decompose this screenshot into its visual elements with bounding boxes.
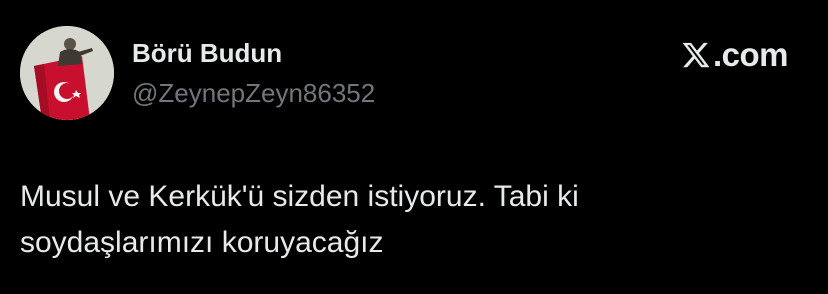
avatar-image bbox=[20, 26, 114, 120]
tweet-text: Musul ve Kerkük'ü sizden istiyoruz. Tabi… bbox=[20, 174, 800, 266]
avatar[interactable] bbox=[20, 26, 114, 120]
brand-watermark: .com bbox=[681, 36, 789, 74]
tweet-text-line: soydaşlarımızı koruyacağız bbox=[20, 226, 384, 259]
x-logo-icon bbox=[681, 40, 711, 70]
tweet-card: Börü Budun @ZeynepZeyn86352 .com Musul v… bbox=[0, 0, 828, 294]
brand-text: .com bbox=[712, 36, 789, 73]
user-handle[interactable]: @ZeynepZeyn86352 bbox=[132, 78, 375, 109]
tweet-text-line: Musul ve Kerkük'ü sizden istiyoruz. Tabi… bbox=[20, 180, 579, 213]
display-name[interactable]: Börü Budun bbox=[132, 38, 282, 69]
